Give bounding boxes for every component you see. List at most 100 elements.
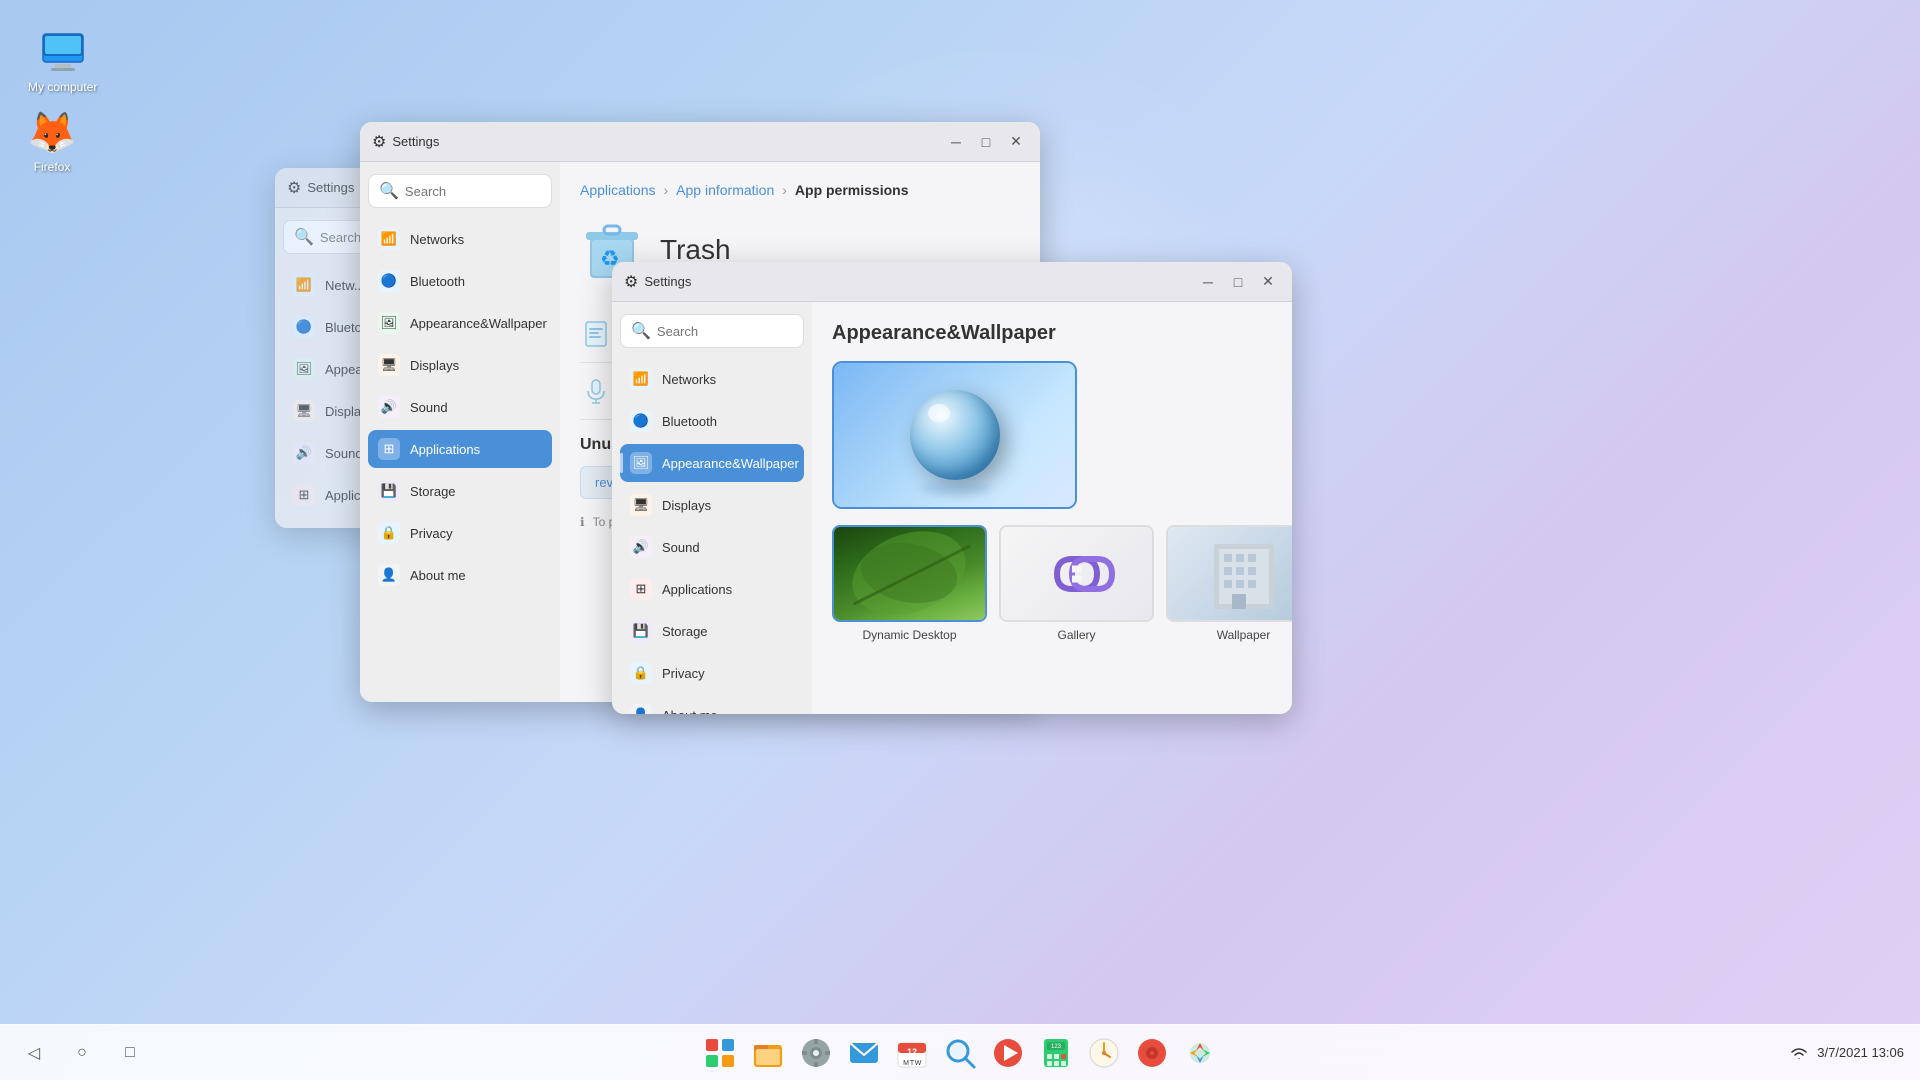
taskbar-right: 3/7/2021 13:06 <box>1789 1045 1904 1061</box>
breadcrumb-appinfo[interactable]: App information <box>676 182 774 198</box>
wp-sidebar-privacy[interactable]: 🔒 Privacy <box>620 654 804 692</box>
sphere-shadow <box>920 481 990 495</box>
wallpaper-options: Dynamic Desktop <box>832 525 1272 642</box>
files-app-icon[interactable] <box>748 1033 788 1073</box>
sidebar-privacy[interactable]: 🔒 Privacy <box>368 514 552 552</box>
wp-sidebar-storage[interactable]: 💾 Storage <box>620 612 804 650</box>
wp-privacy-icon: 🔒 <box>630 662 652 684</box>
wallpaper-sidebar: 🔍 📶 Networks 🔵 Bluetooth 🖼 Appearance&Wa… <box>612 302 812 714</box>
breadcrumb-applications[interactable]: Applications <box>580 182 656 198</box>
calendar-app-icon[interactable]: 12 M T W <box>892 1033 932 1073</box>
gallery-thumb <box>999 525 1154 622</box>
settings-titlebar: ⚙ Settings ─ □ ✕ <box>360 122 1040 162</box>
wallpaper-minimize-btn[interactable]: ─ <box>1196 270 1220 294</box>
wallpaper-search-input[interactable] <box>657 324 812 339</box>
wallpaper-window-body: 🔍 📶 Networks 🔵 Bluetooth 🖼 Appearance&Wa… <box>612 302 1292 714</box>
home-button[interactable]: ○ <box>64 1035 100 1071</box>
recent-button[interactable]: □ <box>112 1035 148 1071</box>
window-wallpaper[interactable]: ⚙ Settings ─ □ ✕ 🔍 📶 Networks 🔵 Bluetoot… <box>612 262 1292 714</box>
firefox-label: Firefox <box>34 160 71 174</box>
bg-storage-icon: 💾 <box>293 526 315 528</box>
bg-bluetooth-icon: 🔵 <box>293 316 315 338</box>
settings-maximize-btn[interactable]: □ <box>974 130 998 154</box>
breadcrumb-sep2: › <box>782 182 787 198</box>
calculator-app-icon[interactable]: 123 <box>1036 1033 1076 1073</box>
wallpaper-option-gallery[interactable]: Gallery <box>999 525 1154 642</box>
wp-sidebar-bluetooth[interactable]: 🔵 Bluetooth <box>620 402 804 440</box>
svg-text:M: M <box>903 1060 909 1067</box>
my-computer-label: My computer <box>28 80 97 94</box>
displays-icon: 🖥 <box>378 354 400 376</box>
wallpaper-window-controls[interactable]: ─ □ ✕ <box>1196 270 1280 294</box>
wallpaper-close-btn[interactable]: ✕ <box>1256 270 1280 294</box>
sidebar-bluetooth[interactable]: 🔵 Bluetooth <box>368 262 552 300</box>
music-app-icon[interactable] <box>1132 1033 1172 1073</box>
my-computer-icon <box>39 28 87 76</box>
about-icon: 👤 <box>378 564 400 586</box>
sidebar-displays[interactable]: 🖥 Displays <box>368 346 552 384</box>
settings-app-icon[interactable] <box>796 1033 836 1073</box>
launcher-app-icon[interactable] <box>700 1033 740 1073</box>
storage-icon: 💾 <box>378 480 400 502</box>
wallpaper-search-icon: 🔍 <box>631 321 651 341</box>
settings-search-input[interactable] <box>405 184 560 199</box>
wp-sidebar-displays[interactable]: 🖥 Displays <box>620 486 804 524</box>
desktop-icon-firefox[interactable]: 🦊 Firefox <box>20 100 84 182</box>
datetime: 3/7/2021 13:06 <box>1817 1045 1904 1060</box>
wp-applications-icon: ⊞ <box>630 578 652 600</box>
desktop-icon-mycomputer[interactable]: My computer <box>20 20 105 102</box>
wallpaper-preview-bg <box>834 363 1075 507</box>
wallpaper-maximize-btn[interactable]: □ <box>1226 270 1250 294</box>
wallpaper-option-wallpaper[interactable]: Wallpaper <box>1166 525 1292 642</box>
wallpaper-preview <box>832 361 1077 509</box>
back-button[interactable]: ◁ <box>16 1035 52 1071</box>
media-app-icon[interactable] <box>988 1033 1028 1073</box>
wp-active-indicator <box>620 453 623 473</box>
wallpaper-bg <box>1168 527 1292 620</box>
wifi-icon <box>1789 1045 1809 1061</box>
wp-about-icon: 👤 <box>630 704 652 714</box>
wallpaper-thumb <box>1166 525 1292 622</box>
wp-sidebar-applications[interactable]: ⊞ Applications <box>620 570 804 608</box>
sidebar-about[interactable]: 👤 About me <box>368 556 552 594</box>
svg-text:123: 123 <box>1051 1044 1062 1050</box>
dynamic-desktop-bg <box>834 527 985 620</box>
sidebar-storage[interactable]: 💾 Storage <box>368 472 552 510</box>
sphere-highlight <box>928 404 951 422</box>
settings-window-controls[interactable]: ─ □ ✕ <box>944 130 1028 154</box>
bg-applications-icon: ⊞ <box>293 484 315 506</box>
wp-sidebar-appearance[interactable]: 🖼 Appearance&Wallpaper <box>620 444 804 482</box>
wp-sidebar-sound[interactable]: 🔊 Sound <box>620 528 804 566</box>
wp-sidebar-networks[interactable]: 📶 Networks <box>620 360 804 398</box>
email-app-icon[interactable] <box>844 1033 884 1073</box>
photos-app-icon[interactable] <box>1180 1033 1220 1073</box>
wp-sidebar-about[interactable]: 👤 About me <box>620 696 804 714</box>
settings-minimize-btn[interactable]: ─ <box>944 130 968 154</box>
sidebar-appearance[interactable]: 🖼 Appearance&Wallpaper <box>368 304 552 342</box>
settings-search-box[interactable]: 🔍 <box>368 174 552 208</box>
wallpaper-section-title: Appearance&Wallpaper <box>832 322 1272 345</box>
wp-bluetooth-icon: 🔵 <box>630 410 652 432</box>
bluetooth-icon: 🔵 <box>378 270 400 292</box>
wp-storage-icon: 💾 <box>630 620 652 642</box>
documents-icon <box>580 318 612 350</box>
networks-icon: 📶 <box>378 228 400 250</box>
sidebar-networks[interactable]: 📶 Networks <box>368 220 552 258</box>
taskbar-center: 12 M T W 123 <box>700 1033 1220 1073</box>
appearance-icon: 🖼 <box>378 312 400 334</box>
wp-sound-icon: 🔊 <box>630 536 652 558</box>
wallpaper-option-dynamic[interactable]: Dynamic Desktop <box>832 525 987 642</box>
taskbar-left: ◁ ○ □ <box>16 1035 148 1071</box>
sidebar-applications[interactable]: ⊞ Applications <box>368 430 552 468</box>
settings-close-btn[interactable]: ✕ <box>1004 130 1028 154</box>
dynamic-desktop-thumb <box>832 525 987 622</box>
clock-app-icon[interactable] <box>1084 1033 1124 1073</box>
bg-appearance-icon: 🖼 <box>293 358 315 380</box>
breadcrumb-apppermissions: App permissions <box>795 182 909 198</box>
breadcrumb: Applications › App information › App per… <box>580 182 1020 198</box>
search-app-icon[interactable] <box>940 1033 980 1073</box>
wallpaper-search-box[interactable]: 🔍 <box>620 314 804 348</box>
microphone-icon <box>580 375 612 407</box>
bg-sound-icon: 🔊 <box>293 442 315 464</box>
sidebar-sound[interactable]: 🔊 Sound <box>368 388 552 426</box>
